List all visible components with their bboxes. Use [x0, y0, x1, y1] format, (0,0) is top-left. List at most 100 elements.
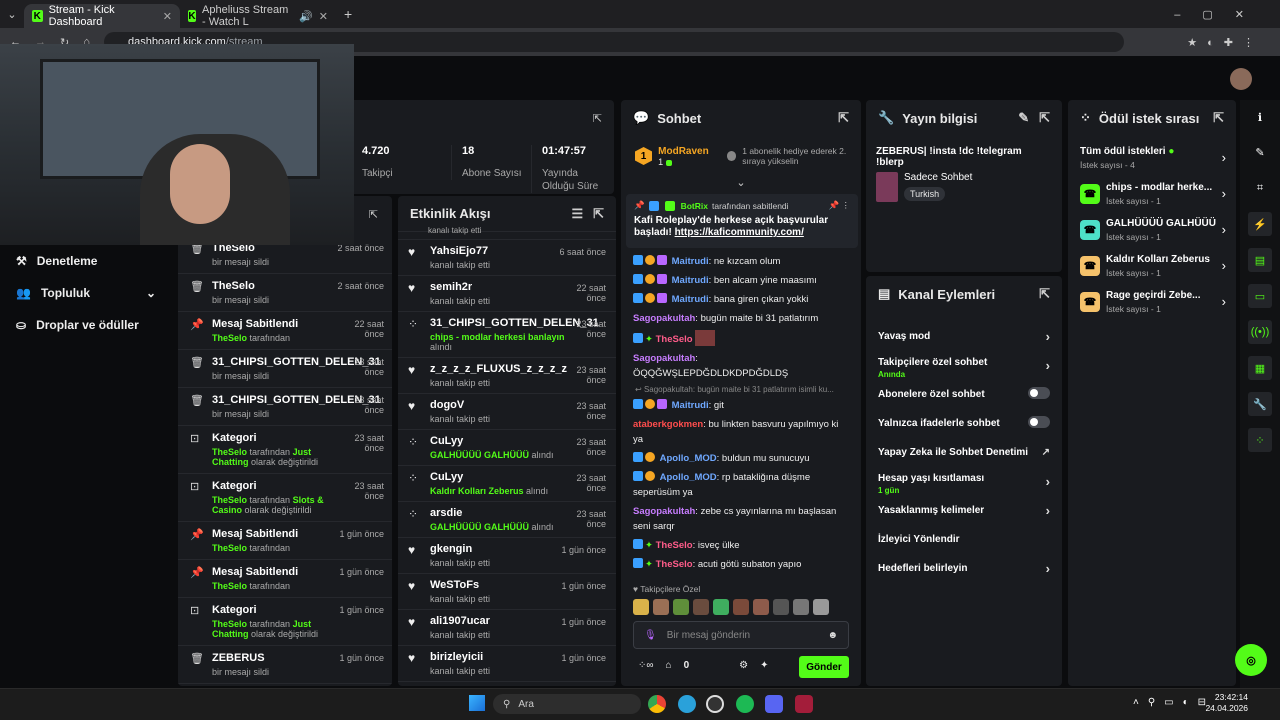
channel-action-row[interactable]: Takipçilere özel sohbet Anında › [866, 351, 1062, 380]
window-controls[interactable]: –▢✕ [1174, 8, 1266, 21]
activity-row[interactable]: ⁘ CuLyy Kaldır Kolları Zeberus alındı 23… [398, 466, 616, 502]
mod-log-row[interactable]: 📌 Mesaj Sabitlendi TheSelo tarafından 1 … [178, 522, 392, 560]
close-icon[interactable]: ✕ [163, 10, 172, 23]
chat-message[interactable]: Maitrudi: ne kızcam olum [623, 252, 855, 271]
channel-action-row[interactable]: Yavaş mod › [866, 322, 1062, 351]
mod-log-row[interactable]: 📌 Mesaj Sabitlendi TheSelo tarafından 22… [178, 312, 392, 350]
chat-icon[interactable]: ▭ [1248, 284, 1272, 308]
activity-row[interactable]: ♥ ali1907ucar kanalı takip etti 1 gün ön… [398, 610, 616, 646]
popout-icon[interactable]: ⇱ [593, 112, 602, 125]
chat-message[interactable]: Sagopakultah: zebe cs yayınlarına mı baş… [623, 502, 855, 536]
emoji-icon[interactable]: ☻ [827, 630, 838, 641]
reward-row[interactable]: ☎ Kaldır Kolları Zeberus İstek sayısı - … [1068, 248, 1236, 284]
unpin-icon[interactable]: 📌 ⋮ [829, 200, 850, 211]
edit-icon[interactable]: ✎ [1018, 110, 1029, 126]
chat-message[interactable]: ✦ TheSelo [623, 328, 855, 349]
help-button[interactable]: ◎ [1235, 644, 1267, 676]
points-icon[interactable]: ⁘ [1248, 428, 1272, 452]
spotify-icon[interactable] [736, 695, 754, 713]
all-rewards-row[interactable]: Tüm ödül istekleri ● İstek sayısı - 4 › [1068, 140, 1236, 176]
app-icon[interactable] [795, 695, 813, 713]
chat-input[interactable]: 🎙 Bir mesaj gönderin ☻ [633, 621, 849, 649]
wrench-icon[interactable]: 🔧 [1248, 392, 1272, 416]
layout-icon[interactable]: ▦ [1248, 356, 1272, 380]
activity-row[interactable]: ♥ birizleyicii kanalı takip etti 1 gün ö… [398, 646, 616, 682]
chat-message[interactable]: Apollo_MOD: rp batakliğına düşme seperüs… [623, 468, 855, 502]
sidebar-item-denetleme[interactable]: ⚒ Denetleme [0, 245, 172, 277]
channel-action-row[interactable]: İzleyici Yönlendir [866, 525, 1062, 554]
crop-icon[interactable]: ⌗ [1248, 176, 1272, 200]
mod-log-row[interactable]: 🗑 TheSelo bir mesajı sildi 2 saat önce [178, 274, 392, 312]
mod-log-row[interactable]: 🗑 31_CHIPSI_GOTTEN_DELEN_31 bir mesajı s… [178, 388, 392, 426]
activity-row[interactable]: ⁘ arsdie GALHÜÜÜÜ GALHÜÜÜ alındı 23 saat… [398, 502, 616, 538]
chrome-icon[interactable] [648, 695, 666, 713]
chevron-down-icon[interactable]: ⌄ [621, 176, 861, 192]
toggle-switch[interactable] [1028, 416, 1050, 431]
activity-row[interactable]: ⁘ CuLyy GALHÜÜÜÜ GALHÜÜÜ alındı 23 saat … [398, 430, 616, 466]
activity-row[interactable]: ♥ z_z_z_z_FLUXUS_z_z_z_z kanalı takip et… [398, 358, 616, 394]
toggle-switch[interactable] [1028, 387, 1050, 402]
channel-action-row[interactable]: Yapay Zeka ile Sohbet Denetimi ↗ [866, 438, 1062, 467]
chat-message[interactable]: ✦ TheSelo: isveç ülke [623, 536, 855, 555]
emote[interactable] [713, 599, 729, 615]
activity-row[interactable]: ♥ dogoV kanalı takip etti 23 saat önce [398, 394, 616, 430]
activity-row[interactable]: ⁘ 31_CHIPSI_GOTTEN_DELEN_31 chips - modl… [398, 312, 616, 358]
popout-icon[interactable]: ⇱ [1039, 286, 1050, 302]
emote[interactable] [673, 599, 689, 615]
mic-icon[interactable]: 🎙 [644, 630, 657, 641]
discord-icon[interactable] [765, 695, 783, 713]
windows-start-icon[interactable] [469, 695, 485, 711]
document-icon[interactable]: ▤ [1248, 248, 1272, 272]
chat-message[interactable]: ✦ TheSelo: acuti götü subaton yapıo [623, 555, 855, 574]
emote[interactable] [753, 599, 769, 615]
speaker-icon[interactable]: 🔊 [299, 10, 313, 23]
tab-list-icon[interactable]: ⌄ [0, 8, 24, 21]
obs-icon[interactable] [706, 695, 724, 713]
emote[interactable] [733, 599, 749, 615]
emote[interactable] [773, 599, 789, 615]
mod-log-row[interactable]: ⊡ Kategori TheSelo tarafından Just Chatt… [178, 426, 392, 474]
browser-extensions[interactable]: ★◐✚⋮ [1187, 36, 1264, 49]
close-icon[interactable]: ✕ [319, 10, 328, 23]
language-tag[interactable]: Turkish [904, 187, 946, 201]
sparkle-icon[interactable]: ✦ [760, 660, 768, 671]
mod-log-row[interactable]: 🗑 ZEBERUS bir mesajı sildi 1 gün önce [178, 646, 392, 684]
pinned-link[interactable]: https://kaficommunity.com/ [675, 227, 804, 238]
activity-row[interactable]: ♥ semih2r kanalı takip etti 22 saat önce [398, 276, 616, 312]
emote[interactable] [813, 599, 829, 615]
activity-row[interactable]: ♥ WeSToFs kanalı takip etti 1 gün önce [398, 574, 616, 610]
mod-log-row[interactable]: ⊡ Kategori TheSelo tarafından Just Chatt… [178, 598, 392, 646]
chat-message[interactable]: Sagopakultah: ÖQQĞWŞLEPDĞDLDKDPDĞDLDŞ [623, 349, 855, 383]
emote[interactable] [653, 599, 669, 615]
reward-row[interactable]: ☎ Rage geçirdi Zebe... İstek sayısı - 1 … [1068, 284, 1236, 320]
filter-icon[interactable]: ☰ [571, 206, 583, 222]
channel-action-row[interactable]: Hedefleri belirleyin › [866, 554, 1062, 583]
activity-row[interactable]: ♥ gkengin kanalı takip etti 1 gün önce [398, 538, 616, 574]
chat-message[interactable]: Maitrudi: bana giren çıkan yokki [623, 290, 855, 309]
mod-log-row[interactable]: ⊡ Kategori TheSelo tarafından Slots & Ca… [178, 474, 392, 522]
activity-row[interactable]: ♥ YahsiEjo77 kanalı takip etti 6 saat ön… [398, 240, 616, 276]
sidebar-item-topluluk[interactable]: 👥 Topluluk ⌄ [0, 277, 172, 309]
new-tab-icon[interactable]: + [344, 6, 352, 22]
emote[interactable] [693, 599, 709, 615]
emote[interactable] [793, 599, 809, 615]
popout-icon[interactable]: ⇱ [1213, 110, 1224, 126]
popout-icon[interactable]: ⇱ [369, 208, 378, 221]
channel-action-row[interactable]: Yalnızca ifadelerle sohbet [866, 409, 1062, 438]
taskbar-clock[interactable]: 23:42:14 24.04.2026 [1205, 692, 1248, 714]
popout-icon[interactable]: ⇱ [593, 206, 604, 222]
infinite-points-icon[interactable]: ⁘∞ [638, 660, 654, 671]
avatar[interactable] [1230, 68, 1252, 90]
system-tray[interactable]: ˄⚲▭◐⊟ [1133, 697, 1215, 708]
popout-icon[interactable]: ⇱ [838, 110, 849, 126]
chat-message[interactable]: ataberkgokmen: bu linkten basvuru yapılm… [623, 415, 855, 449]
channel-action-row[interactable]: Abonelere özel sohbet [866, 380, 1062, 409]
chat-message[interactable]: Apollo_MOD: buldun mu sunucuyu [623, 449, 855, 468]
tab-aphelius-stream[interactable]: K Apheliuss Stream - Watch L 🔊 ✕ [180, 4, 336, 28]
gear-icon[interactable]: ⚙ [739, 660, 748, 671]
chat-message[interactable]: ataberkgokmen: ilk bu banlanır [623, 574, 855, 576]
tab-kick-dashboard[interactable]: K Stream - Kick Dashboard ✕ [24, 4, 180, 28]
pencil-icon[interactable]: ✎ [1248, 140, 1272, 164]
reward-row[interactable]: ☎ GALHÜÜÜÜ GALHÜÜÜ İstek sayısı - 1 › [1068, 212, 1236, 248]
channel-action-row[interactable]: Hesap yaşı kısıtlaması 1 gün › [866, 467, 1062, 496]
